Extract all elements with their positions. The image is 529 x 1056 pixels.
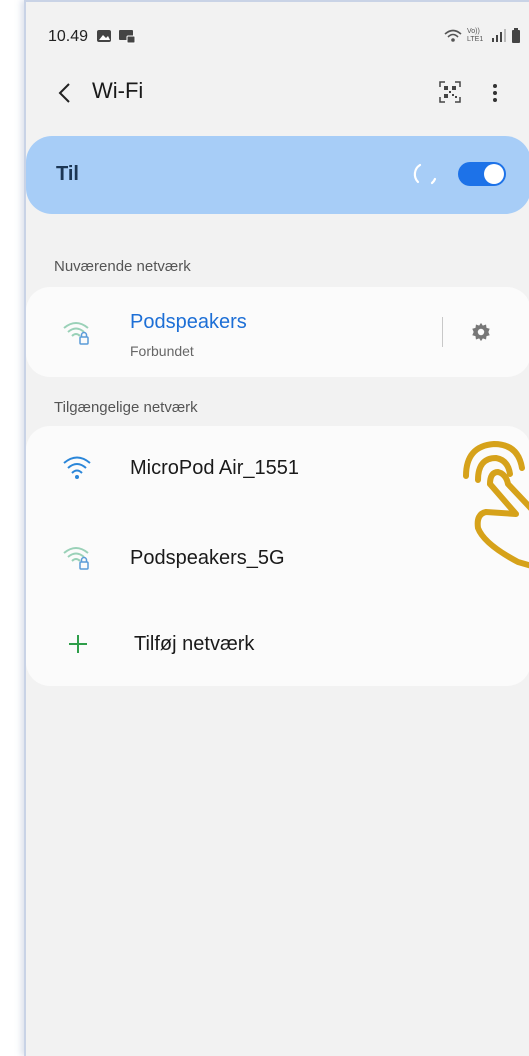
phone-screen: 10.49 Vo)) LTE1 Wi-Fi Til Nuværende netv… <box>24 0 529 1056</box>
status-icons-left <box>96 28 136 44</box>
wifi-toggle-card[interactable]: Til <box>26 136 529 214</box>
more-vert-icon <box>493 84 497 102</box>
wifi-calling-icon <box>444 29 462 42</box>
wifi-open-icon <box>63 456 91 479</box>
tap-hand-icon <box>463 441 529 569</box>
available-networks-card: MicroPod Air_1551 Podspeakers_5G Tilføj … <box>26 426 529 686</box>
current-network-card: Podspeakers Forbundet <box>26 287 529 377</box>
wifi-switch[interactable] <box>458 162 506 186</box>
app-bar: Wi-Fi <box>26 66 529 122</box>
gear-icon[interactable] <box>470 321 492 343</box>
chevron-left-icon <box>58 83 70 103</box>
vertical-divider <box>442 317 443 347</box>
more-options-button[interactable] <box>486 78 504 108</box>
available-networks-header: Tilgængelige netværk <box>54 399 198 416</box>
current-network-header: Nuværende netværk <box>54 258 191 275</box>
current-network-row[interactable]: Podspeakers Forbundet <box>26 287 529 377</box>
screen-cast-icon <box>119 30 136 44</box>
status-icons-right: Vo)) LTE1 <box>443 28 521 44</box>
add-network-label: Tilføj netværk <box>134 633 255 655</box>
network-name: Podspeakers_5G <box>130 547 285 569</box>
toggle-label: Til <box>56 163 79 185</box>
qr-code-icon <box>439 81 461 103</box>
signal-icon <box>492 29 506 42</box>
loading-spinner-icon <box>413 163 437 185</box>
page-title: Wi-Fi <box>92 78 144 103</box>
status-bar: 10.49 Vo)) LTE1 <box>26 2 529 66</box>
battery-icon <box>512 28 520 43</box>
back-button[interactable] <box>52 78 80 108</box>
current-network-name: Podspeakers <box>130 311 247 333</box>
wifi-locked-icon <box>63 322 89 345</box>
qr-scan-button[interactable] <box>438 80 462 104</box>
add-network-button[interactable]: Tilføj netværk <box>26 614 529 674</box>
status-time: 10.49 <box>48 28 89 45</box>
current-network-status: Forbundet <box>130 343 194 359</box>
network-item-micropod[interactable]: MicroPod Air_1551 <box>26 438 529 498</box>
volte-lte-icon: Vo)) LTE1 <box>467 28 484 43</box>
plus-icon <box>69 635 87 653</box>
network-name: MicroPod Air_1551 <box>130 457 299 479</box>
switch-knob <box>484 164 504 184</box>
gallery-icon <box>97 30 111 42</box>
network-item-podspeakers-5g[interactable]: Podspeakers_5G <box>26 528 529 588</box>
wifi-locked-icon <box>63 547 89 570</box>
